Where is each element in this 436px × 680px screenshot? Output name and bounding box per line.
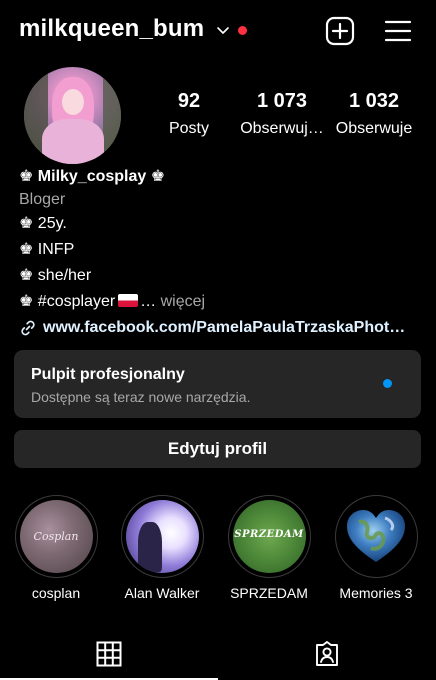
highlight-cover [125, 500, 199, 573]
grid-icon [96, 641, 122, 667]
highlight-cover: Cosplan [19, 500, 93, 573]
highlight-label: Memories 3 [339, 585, 413, 601]
profile-bio: ♚ Milky_cosplay ♚ Bloger ♚ 25y. ♚ INFP ♚… [19, 165, 419, 341]
tagged-user-icon [316, 641, 338, 666]
highlight-sprzedam[interactable]: SPRZEDAM SPRZEDAM [219, 495, 319, 601]
highlight-memories-3[interactable]: Memories 3 [326, 495, 426, 601]
display-name: ♚ Milky_cosplay ♚ [19, 168, 166, 185]
followers-count: 1 073 [256, 90, 308, 112]
highlight-label: cosplan [31, 585, 81, 601]
profile-avatar[interactable] [24, 67, 121, 164]
highlight-cover-text: Cosplan [33, 530, 79, 543]
highlight-label: SPRZEDAM [230, 585, 308, 601]
following-label: Obserwuje [335, 120, 413, 137]
link-icon [21, 320, 35, 336]
poland-flag-icon [118, 294, 139, 307]
posts-label: Posty [168, 120, 209, 137]
edit-profile-button[interactable]: Edytuj profil [14, 430, 421, 468]
bio-cosplayer-text: ♚ #cosplayer [19, 293, 116, 310]
bio-line-age: ♚ 25y. [19, 215, 67, 232]
stat-following[interactable]: 1 032 Obserwuje [331, 90, 417, 138]
profile-link[interactable]: www.facebook.com/PamelaPaulaTrzaskaPhot… [19, 315, 419, 341]
bio-line-personality: ♚ INFP [19, 241, 75, 258]
tab-grid[interactable] [0, 628, 218, 680]
stat-followers[interactable]: 1 073 Obserwuj… [238, 90, 326, 138]
followers-label: Obserwuj… [240, 120, 324, 137]
more-link[interactable]: więcej [161, 293, 205, 310]
highlight-cover [339, 500, 413, 573]
profile-tabs [0, 628, 436, 680]
bio-line-cosplayer: ♚ #cosplayer … więcej [19, 289, 419, 315]
professional-dashboard-card[interactable]: Pulpit profesjonalny Dostępne są teraz n… [14, 350, 421, 418]
bio-line-pronouns: ♚ she/her [19, 267, 92, 284]
new-indicator-dot [383, 379, 392, 388]
plus-square-icon[interactable] [325, 16, 355, 46]
story-highlights: Cosplan cosplan Alan Walker SPRZEDAM SPR… [0, 495, 436, 605]
chevron-down-icon[interactable] [215, 22, 231, 38]
bio-ellipsis: … [140, 293, 157, 310]
dashboard-title: Pulpit profesjonalny [31, 366, 185, 383]
hamburger-menu-icon[interactable] [383, 16, 413, 46]
dashboard-subtitle: Dostępne są teraz nowe narzędzia. [31, 389, 251, 405]
highlight-cover-text: SPRZEDAM [234, 529, 304, 540]
tab-tagged[interactable] [218, 628, 436, 680]
highlight-alan-walker[interactable]: Alan Walker [112, 495, 212, 601]
profile-link-url: www.facebook.com/PamelaPaulaTrzaskaPhot… [43, 319, 406, 336]
username-switcher[interactable]: milkqueen_bum [19, 15, 204, 43]
profile-category: Bloger [19, 191, 66, 208]
highlight-cosplan[interactable]: Cosplan cosplan [6, 495, 106, 601]
earth-heart-icon [347, 509, 405, 562]
stat-posts[interactable]: 92 Posty [160, 90, 218, 138]
following-count: 1 032 [348, 90, 400, 112]
highlight-label: Alan Walker [124, 585, 200, 601]
posts-count: 92 [177, 90, 201, 112]
top-bar: milkqueen_bum [0, 0, 436, 64]
highlight-cover: SPRZEDAM [232, 500, 306, 573]
notification-dot [238, 26, 247, 35]
